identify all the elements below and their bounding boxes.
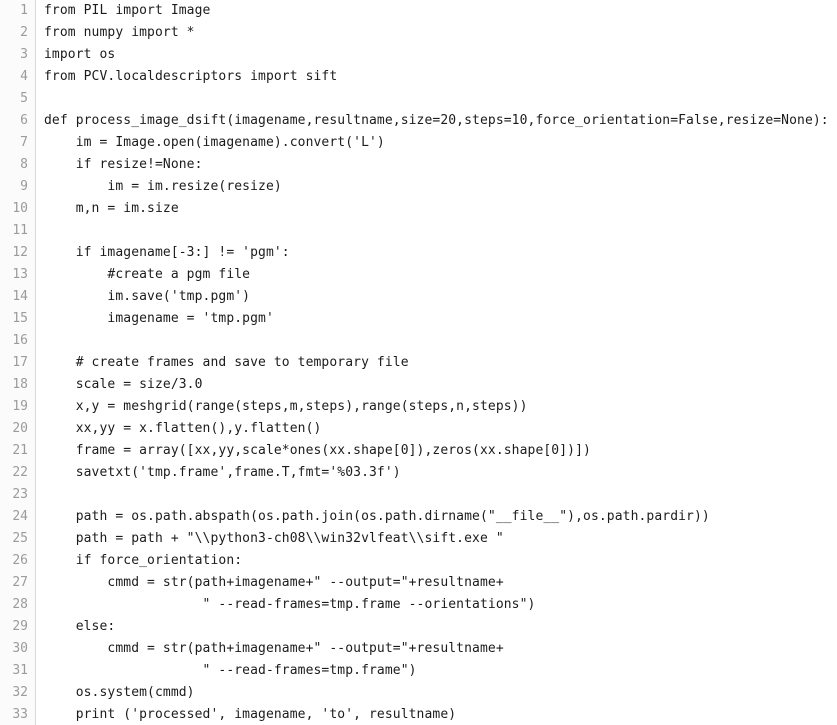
code-line[interactable]: 24 path = os.path.abspath(os.path.join(o… <box>0 506 837 528</box>
line-number: 23 <box>12 487 28 502</box>
line-number: 32 <box>12 685 28 700</box>
code-line[interactable]: 17 # create frames and save to temporary… <box>0 352 837 374</box>
code-line-text: x,y = meshgrid(range(steps,m,steps),rang… <box>44 399 528 414</box>
code-line[interactable]: 26 if force_orientation: <box>0 550 837 572</box>
line-number: 22 <box>12 465 28 480</box>
code-line[interactable]: 30 cmmd = str(path+imagename+" --output=… <box>0 638 837 660</box>
code-line-text: " --read-frames=tmp.frame --orientations… <box>44 597 536 612</box>
code-line[interactable]: 3 import os <box>0 44 837 66</box>
code-line-text: if imagename[-3:] != 'pgm': <box>44 245 290 260</box>
code-line-text: if resize!=None: <box>44 157 203 172</box>
code-line[interactable]: 21 frame = array([xx,yy,scale*ones(xx.sh… <box>0 440 837 462</box>
code-line-text: im = im.resize(resize) <box>44 179 282 194</box>
code-line[interactable]: 9 im = im.resize(resize) <box>0 176 837 198</box>
line-number: 31 <box>12 663 28 678</box>
line-number: 3 <box>20 47 28 62</box>
code-line-text: scale = size/3.0 <box>44 377 203 392</box>
code-line-text: m,n = im.size <box>44 201 179 216</box>
line-number: 25 <box>12 531 28 546</box>
line-number: 17 <box>12 355 28 370</box>
code-line-text: savetxt('tmp.frame',frame.T,fmt='%03.3f'… <box>44 465 401 480</box>
code-line[interactable]: 4 from PCV.localdescriptors import sift <box>0 66 837 88</box>
line-number: 26 <box>12 553 28 568</box>
code-line-text: # create frames and save to temporary fi… <box>44 355 409 370</box>
code-line-text: im = Image.open(imagename).convert('L') <box>44 135 385 150</box>
code-line-text: from PIL import Image <box>44 3 211 18</box>
code-line-text: from PCV.localdescriptors import sift <box>44 69 338 84</box>
line-number: 5 <box>20 91 28 106</box>
code-line-text: from numpy import * <box>44 25 195 40</box>
code-line[interactable]: 31 " --read-frames=tmp.frame") <box>0 660 837 682</box>
code-line-text: if force_orientation: <box>44 553 243 568</box>
code-line-text: xx,yy = x.flatten(),y.flatten() <box>44 421 322 436</box>
code-line[interactable]: 22 savetxt('tmp.frame',frame.T,fmt='%03.… <box>0 462 837 484</box>
code-line[interactable]: 20 xx,yy = x.flatten(),y.flatten() <box>0 418 837 440</box>
line-number: 13 <box>12 267 28 282</box>
code-line-text: def process_image_dsift(imagename,result… <box>44 113 829 128</box>
line-number: 16 <box>12 333 28 348</box>
code-line[interactable]: 6 def process_image_dsift(imagename,resul… <box>0 110 837 132</box>
line-number: 28 <box>12 597 28 612</box>
code-line-text: path = path + "\\python3-ch08\\win32vlfe… <box>44 531 504 546</box>
line-number: 10 <box>12 201 28 216</box>
line-number: 11 <box>12 223 28 238</box>
code-line-text: #create a pgm file <box>44 267 251 282</box>
code-line-text: " --read-frames=tmp.frame") <box>44 663 417 678</box>
code-line[interactable]: 25 path = path + "\\python3-ch08\\win32v… <box>0 528 837 550</box>
line-number: 29 <box>12 619 28 634</box>
code-line[interactable]: 12 if imagename[-3:] != 'pgm': <box>0 242 837 264</box>
line-number: 14 <box>12 289 28 304</box>
code-line[interactable]: 23 <box>0 484 837 506</box>
code-line-text: else: <box>44 619 116 634</box>
code-line-text: frame = array([xx,yy,scale*ones(xx.shape… <box>44 443 591 458</box>
line-number: 30 <box>12 641 28 656</box>
code-line[interactable]: 10 m,n = im.size <box>0 198 837 220</box>
code-line[interactable]: 16 <box>0 330 837 352</box>
code-line[interactable]: 11 <box>0 220 837 242</box>
line-number: 24 <box>12 509 28 524</box>
code-line-text: im.save('tmp.pgm') <box>44 289 251 304</box>
line-number: 21 <box>12 443 28 458</box>
line-number: 4 <box>20 69 28 84</box>
code-line[interactable]: 18 scale = size/3.0 <box>0 374 837 396</box>
code-line[interactable]: 8 if resize!=None: <box>0 154 837 176</box>
line-number: 8 <box>20 157 28 172</box>
code-line[interactable]: 33 print ('processed', imagename, 'to', … <box>0 704 837 725</box>
code-line[interactable]: 2 from numpy import * <box>0 22 837 44</box>
code-editor[interactable]: 1 from PIL import Image 2 from numpy import… <box>0 0 837 725</box>
line-number: 6 <box>20 113 28 128</box>
code-line[interactable]: 29 else: <box>0 616 837 638</box>
line-number: 20 <box>12 421 28 436</box>
code-content-area[interactable]: 1 from PIL import Image 2 from numpy import… <box>0 0 837 725</box>
code-line-text: path = os.path.abspath(os.path.join(os.p… <box>44 509 710 524</box>
line-number: 2 <box>20 25 28 40</box>
code-line-text: print ('processed', imagename, 'to', res… <box>44 707 457 722</box>
code-line[interactable]: 27 cmmd = str(path+imagename+" --output=… <box>0 572 837 594</box>
line-number: 1 <box>20 3 28 18</box>
code-line-text: os.system(cmmd) <box>44 685 195 700</box>
line-number: 19 <box>12 399 28 414</box>
code-line[interactable]: 14 im.save('tmp.pgm') <box>0 286 837 308</box>
code-line[interactable]: 13 #create a pgm file <box>0 264 837 286</box>
line-number: 33 <box>12 707 28 722</box>
code-line-text: cmmd = str(path+imagename+" --output="+r… <box>44 575 504 590</box>
line-number: 18 <box>12 377 28 392</box>
line-number: 27 <box>12 575 28 590</box>
line-number: 7 <box>20 135 28 150</box>
code-line-text: cmmd = str(path+imagename+" --output="+r… <box>44 641 504 656</box>
line-number: 12 <box>12 245 28 260</box>
code-line-text: import os <box>44 47 116 62</box>
line-number: 9 <box>20 179 28 194</box>
code-line-text: imagename = 'tmp.pgm' <box>44 311 274 326</box>
code-line[interactable]: 32 os.system(cmmd) <box>0 682 837 704</box>
code-line[interactable]: 15 imagename = 'tmp.pgm' <box>0 308 837 330</box>
code-line[interactable]: 19 x,y = meshgrid(range(steps,m,steps),r… <box>0 396 837 418</box>
code-line[interactable]: 5 <box>0 88 837 110</box>
code-line[interactable]: 1 from PIL import Image <box>0 0 837 22</box>
code-line[interactable]: 28 " --read-frames=tmp.frame --orientati… <box>0 594 837 616</box>
code-line[interactable]: 7 im = Image.open(imagename).convert('L'… <box>0 132 837 154</box>
line-number: 15 <box>12 311 28 326</box>
